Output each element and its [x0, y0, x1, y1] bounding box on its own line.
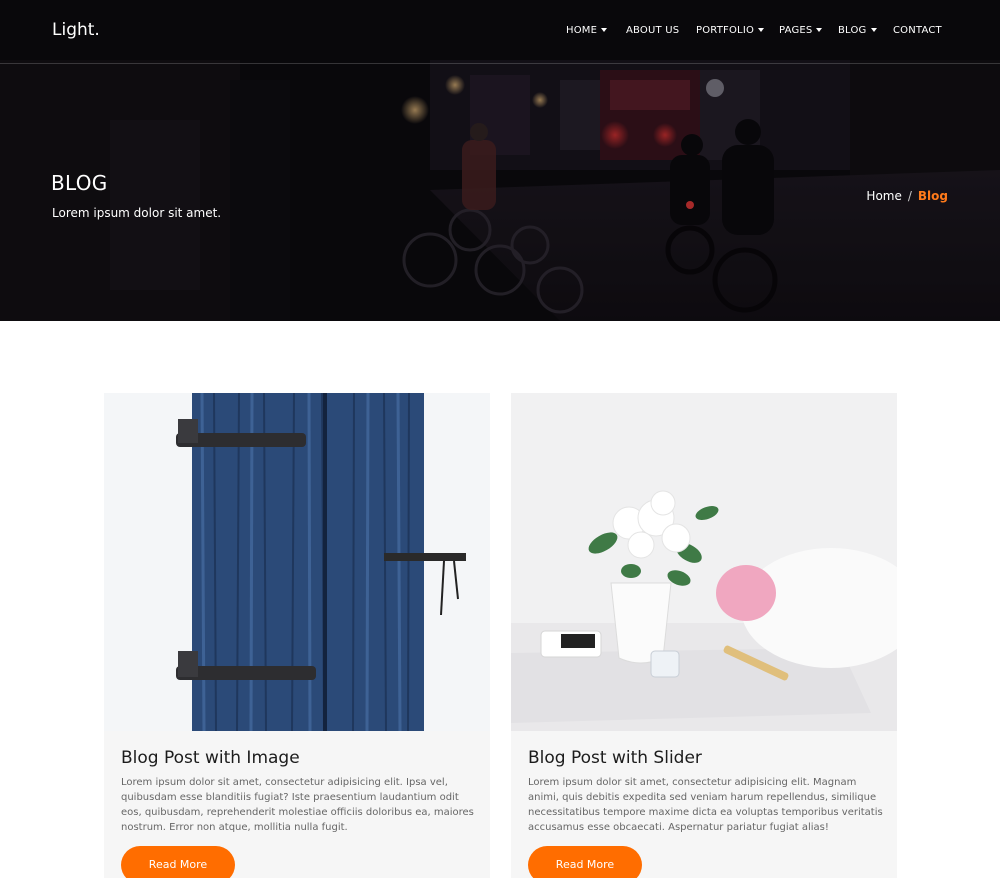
page-title: BLOG [51, 171, 108, 195]
nav-item-portfolio[interactable]: PORTFOLIO [696, 25, 765, 36]
breadcrumb-current: Blog [917, 189, 948, 203]
nav-label: ABOUT US [626, 25, 680, 36]
post-title[interactable]: Blog Post with Slider [528, 748, 702, 768]
blue-door-image [104, 393, 490, 731]
post-excerpt: Lorem ipsum dolor sit amet, consectetur … [121, 777, 474, 833]
post-thumbnail-flowers[interactable] [511, 393, 897, 731]
blog-post-card: Blog Post with Image Lorem ipsum dolor s… [104, 393, 490, 878]
nav-item-contact[interactable]: CONTACT [893, 25, 942, 36]
nav-label: CONTACT [893, 25, 942, 36]
post-excerpt: Lorem ipsum dolor sit amet, consectetur … [528, 777, 883, 833]
hero-banner: Light. HOME ABOUT US PORTFOLIO PAGES BLO… [0, 0, 1000, 321]
nav-label: HOME [566, 25, 598, 36]
read-more-button[interactable]: Read More [121, 846, 235, 878]
nav-item-blog[interactable]: BLOG [838, 25, 877, 36]
caret-down-icon [870, 28, 877, 32]
caret-down-icon [816, 28, 823, 32]
blog-post-card: Blog Post with Slider Lorem ipsum dolor … [511, 393, 897, 878]
read-more-button[interactable]: Read More [528, 846, 642, 878]
post-thumbnail-door[interactable] [104, 393, 490, 731]
top-navbar: Light. HOME ABOUT US PORTFOLIO PAGES BLO… [0, 0, 1000, 64]
nav-label: PAGES [779, 25, 813, 36]
nav-item-home[interactable]: HOME [566, 25, 608, 36]
flower-vase-image [511, 393, 897, 731]
caret-down-icon [601, 28, 608, 32]
main-menu: HOME ABOUT US PORTFOLIO PAGES BLOG CONTA… [0, 25, 1000, 41]
nav-label: PORTFOLIO [696, 25, 755, 36]
breadcrumb-home-link[interactable]: Home [866, 189, 901, 203]
nav-item-about-us[interactable]: ABOUT US [626, 25, 679, 36]
breadcrumb-separator: / [907, 189, 912, 203]
nav-label: BLOG [838, 25, 867, 36]
page-subtitle: Lorem ipsum dolor sit amet. [52, 206, 222, 220]
nav-item-pages[interactable]: PAGES [779, 25, 823, 36]
post-title[interactable]: Blog Post with Image [121, 748, 300, 768]
caret-down-icon [758, 28, 765, 32]
breadcrumb: Home / Blog [866, 189, 948, 203]
